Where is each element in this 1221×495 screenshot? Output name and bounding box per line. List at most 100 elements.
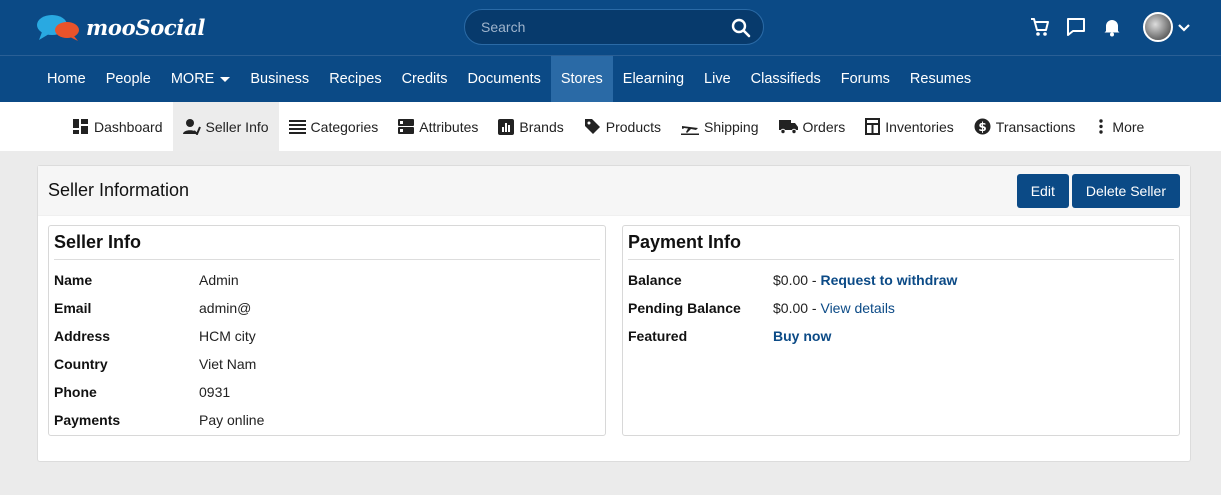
nav-item-home[interactable]: Home bbox=[37, 56, 96, 102]
search-icon bbox=[731, 18, 751, 38]
tab-transactions[interactable]: $ Transactions bbox=[964, 102, 1086, 151]
tab-label: Transactions bbox=[995, 118, 1076, 135]
tab-attributes[interactable]: Attributes bbox=[388, 102, 488, 151]
tab-inventories[interactable]: Inventories bbox=[855, 102, 963, 151]
view-details-link[interactable]: View details bbox=[820, 300, 894, 316]
seller-row-country: Country Viet Nam bbox=[54, 350, 600, 378]
caret-down-icon bbox=[220, 76, 231, 82]
seller-row-phone: Phone 0931 bbox=[54, 378, 600, 406]
row-key: Featured bbox=[628, 328, 688, 344]
tab-label: Orders bbox=[802, 118, 846, 135]
nav-label: Recipes bbox=[329, 71, 382, 87]
tab-label: Categories bbox=[310, 118, 379, 135]
search-input[interactable] bbox=[465, 19, 715, 35]
tab-label: Seller Info bbox=[205, 118, 269, 135]
inventory-icon bbox=[865, 118, 881, 135]
seller-row-email: Email admin@ bbox=[54, 294, 600, 322]
notifications-button[interactable] bbox=[1101, 16, 1123, 38]
more-vertical-icon bbox=[1099, 119, 1104, 134]
nav-item-classifieds[interactable]: Classifieds bbox=[741, 56, 831, 102]
nav-label: Home bbox=[47, 71, 86, 87]
seller-info-icon bbox=[182, 119, 201, 135]
seller-info-title: Seller Info bbox=[54, 226, 600, 260]
tag-icon bbox=[584, 119, 600, 134]
avatar bbox=[1143, 12, 1173, 42]
seller-row-address: Address HCM city bbox=[54, 322, 600, 350]
nav-item-documents[interactable]: Documents bbox=[458, 56, 551, 102]
pending-balance-value: $0.00 - bbox=[773, 300, 821, 316]
user-menu[interactable] bbox=[1143, 12, 1191, 42]
tab-orders[interactable]: Orders bbox=[769, 102, 856, 151]
nav-item-live[interactable]: Live bbox=[694, 56, 741, 102]
row-value: admin@ bbox=[199, 300, 252, 316]
balance-value: $0.00 - bbox=[773, 272, 821, 288]
buy-now-link[interactable]: Buy now bbox=[773, 328, 831, 344]
nav-label: Credits bbox=[401, 71, 448, 87]
tab-dashboard[interactable]: Dashboard bbox=[62, 102, 173, 151]
tab-shipping[interactable]: Shipping bbox=[671, 102, 769, 151]
cart-icon bbox=[1031, 18, 1049, 36]
nav-item-elearning[interactable]: Elearning bbox=[613, 56, 694, 102]
row-value: Viet Nam bbox=[199, 356, 257, 372]
row-key: Email bbox=[54, 300, 92, 316]
attributes-icon bbox=[398, 119, 415, 134]
nav-label: Live bbox=[704, 71, 731, 87]
nav-label: Business bbox=[250, 71, 310, 87]
tab-products[interactable]: Products bbox=[574, 102, 671, 151]
payment-info-box: Payment Info Balance $0.00 - Request to … bbox=[622, 225, 1180, 436]
row-key: Balance bbox=[628, 272, 682, 288]
row-key: Payments bbox=[54, 412, 121, 428]
nav-label: Elearning bbox=[622, 71, 685, 87]
row-key: Country bbox=[54, 356, 108, 372]
nav-item-credits[interactable]: Credits bbox=[392, 56, 458, 102]
list-icon bbox=[288, 120, 306, 134]
nav-item-business[interactable]: Business bbox=[240, 56, 319, 102]
nav-label: Forums bbox=[840, 71, 890, 87]
nav-item-forums[interactable]: Forums bbox=[831, 56, 900, 102]
tab-label: Inventories bbox=[885, 118, 954, 135]
seller-row-payments: Payments Pay online bbox=[54, 406, 600, 434]
tab-label: More bbox=[1112, 118, 1145, 135]
seller-information-panel: Seller Information Edit Delete Seller Se… bbox=[37, 165, 1191, 462]
search-bar bbox=[464, 9, 764, 45]
nav-item-recipes[interactable]: Recipes bbox=[319, 56, 391, 102]
payment-info-title: Payment Info bbox=[628, 226, 1174, 260]
brand-logo[interactable]: mooSocial bbox=[36, 12, 205, 42]
nav-label: Resumes bbox=[909, 71, 972, 87]
messages-button[interactable] bbox=[1065, 16, 1087, 38]
tab-seller-info[interactable]: Seller Info bbox=[172, 102, 279, 151]
cart-button[interactable] bbox=[1029, 16, 1051, 38]
seller-row-name: Name Admin bbox=[54, 266, 600, 294]
message-icon bbox=[1067, 18, 1085, 36]
chevron-down-icon bbox=[1178, 24, 1190, 32]
row-value: HCM city bbox=[199, 328, 256, 344]
dashboard-icon bbox=[73, 119, 88, 134]
tab-brands[interactable]: Brands bbox=[488, 102, 573, 151]
nav-label: MORE bbox=[170, 71, 215, 87]
request-withdraw-link[interactable]: Request to withdraw bbox=[820, 272, 957, 288]
nav-item-stores[interactable]: Stores bbox=[550, 56, 613, 102]
panel-actions: Edit Delete Seller bbox=[1016, 173, 1180, 208]
delete-seller-button[interactable]: Delete Seller bbox=[1071, 173, 1180, 208]
row-key: Phone bbox=[54, 384, 97, 400]
row-value: 0931 bbox=[199, 384, 231, 400]
payment-row-balance: Balance $0.00 - Request to withdraw bbox=[628, 266, 1174, 294]
nav-item-resumes[interactable]: Resumes bbox=[900, 56, 981, 102]
truck-icon bbox=[778, 120, 798, 134]
main-nav: Home People MORE Business Recipes Credit… bbox=[0, 55, 1221, 102]
nav-label: Classifieds bbox=[750, 71, 821, 87]
brand-name: mooSocial bbox=[86, 14, 206, 40]
search-button[interactable] bbox=[729, 16, 753, 40]
plane-icon bbox=[681, 125, 699, 135]
edit-button[interactable]: Edit bbox=[1016, 173, 1069, 208]
nav-label: Stores bbox=[560, 71, 603, 87]
tab-more[interactable]: More bbox=[1085, 102, 1154, 151]
nav-item-people[interactable]: People bbox=[96, 56, 161, 102]
tab-categories[interactable]: Categories bbox=[279, 102, 389, 151]
header-actions bbox=[1029, 12, 1191, 42]
bell-icon bbox=[1104, 20, 1120, 37]
brands-icon bbox=[498, 118, 515, 135]
row-value: Admin bbox=[199, 272, 239, 288]
nav-item-more[interactable]: MORE bbox=[161, 56, 241, 102]
payment-row-featured: Featured Buy now bbox=[628, 322, 1174, 350]
